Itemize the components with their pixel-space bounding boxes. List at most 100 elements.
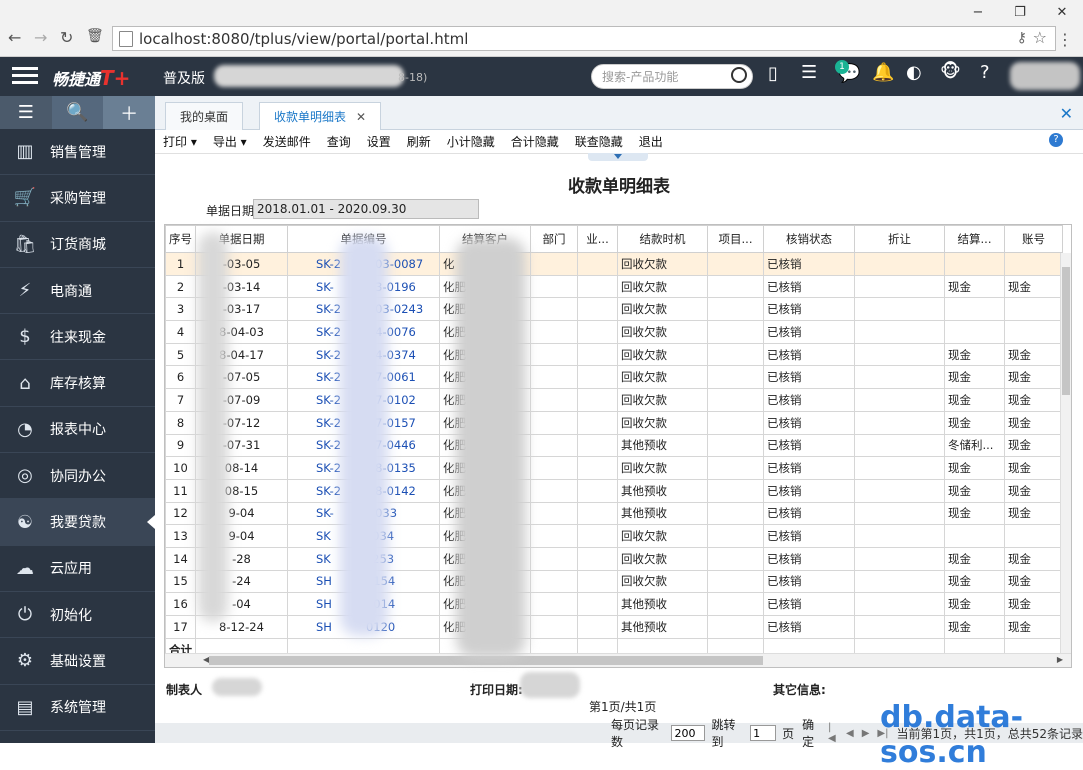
toolbar-item-4[interactable]: 设置 <box>367 133 391 150</box>
prev-page-icon[interactable]: ◀ <box>846 728 854 739</box>
table-row[interactable]: 5 8-04-17 SK-2 4-0374 化肥 回收欠款 已核销 现金 现金 <box>165 342 1063 367</box>
table-cell <box>530 569 578 594</box>
mobile-icon[interactable]: ▯ <box>768 63 778 84</box>
next-page-icon[interactable]: ▶ <box>862 728 870 739</box>
table-row[interactable]: 7 -07-09 SK-2 7-0102 化肥 回收欠款 已核销 现金 现金 <box>165 388 1063 412</box>
table-row[interactable]: 8 -07-12 SK-2 7-0157 化肥 回收欠款 已核销 现金 现金 <box>165 410 1063 435</box>
column-header[interactable]: 项目... <box>707 225 764 253</box>
user-avatar-redacted[interactable] <box>1010 62 1080 90</box>
close-window-button[interactable]: ✕ <box>1041 0 1083 24</box>
table-row[interactable]: 9 -07-31 SK-2 7-0446 化肥 其他预收 已核销 冬储利... 现金 <box>165 433 1063 458</box>
table-cell: 回收欠款 <box>617 546 708 571</box>
close-tab-icon[interactable]: ✕ <box>356 110 366 124</box>
service-icon[interactable]: ◐ <box>906 62 922 83</box>
horizontal-scrollbar[interactable]: ◀ ▶ <box>165 653 1071 667</box>
sidebar-item-11[interactable]: ⚙ 基础设置 <box>0 638 155 685</box>
tasklist-icon[interactable]: ☰ <box>801 62 817 83</box>
help-icon[interactable]: ? <box>1049 133 1063 147</box>
forward-icon[interactable]: → <box>34 28 47 47</box>
bell-icon[interactable]: 🔔 <box>872 62 894 83</box>
sidebar-item-2[interactable]: 🛍 订货商城 <box>0 222 155 268</box>
table-cell: 现金 <box>1004 274 1063 299</box>
sidebar-item-10[interactable]: ⏻ 初始化 <box>0 592 155 639</box>
column-header[interactable]: 结算... <box>944 225 1005 253</box>
table-cell: 12 <box>165 501 196 526</box>
toolbar-item-2[interactable]: 发送邮件 <box>263 133 311 150</box>
restore-button[interactable]: ❐ <box>999 0 1041 24</box>
toolbar-item-1[interactable]: 导出 ▾ <box>213 133 247 150</box>
table-cell <box>707 501 764 526</box>
column-header[interactable]: 结款时机 <box>617 225 708 253</box>
sidebar-item-1[interactable]: 🛒 采购管理 <box>0 175 155 222</box>
print-date-redacted <box>520 672 580 698</box>
toolbar-item-6[interactable]: 小计隐藏 <box>447 133 495 150</box>
confirm-button[interactable]: 确定 <box>802 716 824 750</box>
toolbar-item-5[interactable]: 刷新 <box>407 133 431 150</box>
toolbar-item-7[interactable]: 合计隐藏 <box>511 133 559 150</box>
address-bar[interactable]: localhost:8080/tplus/view/portal/portal.… <box>112 26 1056 51</box>
sidebar-item-label: 我要贷款 <box>50 515 106 532</box>
minimize-button[interactable]: − <box>957 0 999 24</box>
column-header[interactable]: 部门 <box>530 225 578 253</box>
table-row[interactable]: 16-04SH0014化肥吴秀其他预收已核销现金现金 <box>165 592 1063 616</box>
tab-receipt-detail[interactable]: 收款单明细表 ✕ <box>259 102 382 130</box>
table-row[interactable]: 2 -03-14 SK- 03-0196 化肥 回收欠款 已核销 现金 现金 <box>165 274 1063 299</box>
first-page-icon[interactable]: |◀ <box>828 722 838 744</box>
sidebar-item-5[interactable]: ⌂ 库存核算 <box>0 360 155 407</box>
url-text[interactable]: localhost:8080/tplus/view/portal/portal.… <box>139 30 468 48</box>
tab-my-desktop[interactable]: 我的桌面 <box>165 102 244 130</box>
sidebar-item-6[interactable]: ◔ 报表中心 <box>0 407 155 454</box>
cloud-icon: ☁ <box>16 557 34 579</box>
table-row[interactable]: 129-04SK-0033化肥吴秀其他预收已核销现金现金 <box>165 501 1063 526</box>
back-icon[interactable]: ← <box>8 28 21 47</box>
add-icon[interactable]: ＋ <box>103 96 156 129</box>
sidebar-item-3[interactable]: ⚡ 电商通 <box>0 268 155 315</box>
toolbar-item-0[interactable]: 打印 ▾ <box>163 133 197 150</box>
table-row[interactable]: 3 -03-17 SK-2 03-0243 化肥 回收欠款 已核销 <box>165 297 1063 322</box>
table-row[interactable]: 4 8-04-03 SK-2 4-0076 化肥 回收欠款 已核销 <box>165 320 1063 344</box>
browser-menu-icon[interactable]: ⋮ <box>1057 30 1073 49</box>
column-header[interactable]: 序号 <box>165 225 196 253</box>
table-row[interactable]: 1 -03-05 SK-2 03-0087 化回收欠款 已核销 <box>165 252 1063 276</box>
column-header[interactable]: 折让 <box>854 225 945 253</box>
bookmark-star-icon[interactable]: ☆ <box>1033 28 1047 47</box>
table-row[interactable]: 10 08-14 SK-2 8-0135 化肥 回收欠款 已核销 现金 现金 <box>165 456 1063 480</box>
sidebar-item-7[interactable]: ◎ 协同办公 <box>0 453 155 500</box>
vertical-scrollbar[interactable] <box>1060 253 1071 653</box>
main-menu-icon[interactable] <box>12 67 38 85</box>
monkey-mascot-icon[interactable]: 🐵 <box>940 61 961 82</box>
table-cell <box>530 524 578 548</box>
table-row[interactable]: 6 -07-05 SK-2 7-0061 化肥 回收欠款 已核销 现金 现金 <box>165 365 1063 390</box>
sidebar-item-0[interactable]: ▥ 销售管理 <box>0 129 155 176</box>
table-row[interactable]: 139-04SK0034化肥吴秀回收欠款已核销 <box>165 524 1063 548</box>
table-cell: 11 <box>165 478 196 503</box>
sidebar-item-12[interactable]: ▤ 系统管理 <box>0 685 155 731</box>
key-icon[interactable]: ⚷ <box>1017 30 1027 46</box>
toolbar-item-9[interactable]: 退出 <box>639 133 663 150</box>
trash-icon[interactable]: 🗑 <box>86 28 104 44</box>
column-header[interactable]: 业... <box>577 225 618 253</box>
reload-icon[interactable]: ↻ <box>60 28 73 47</box>
sidebar-item-4[interactable]: $ 往来现金 <box>0 314 155 361</box>
menu-list-icon[interactable]: ☰ <box>0 96 52 129</box>
search-icon[interactable] <box>731 67 747 83</box>
table-row[interactable]: 15-24SH0154化肥吴秀回收欠款已核销现金现金 <box>165 569 1063 594</box>
table-cell <box>530 456 578 480</box>
table-row[interactable]: 14-28SK0253化肥吴秀回收欠款已核销现金现金 <box>165 546 1063 571</box>
toolbar-item-3[interactable]: 查询 <box>327 133 351 150</box>
jump-page-input[interactable] <box>750 725 777 741</box>
sidebar-item-9[interactable]: ☁ 云应用 <box>0 546 155 592</box>
toolbar-item-8[interactable]: 联查隐藏 <box>575 133 623 150</box>
table-row[interactable]: 11 08-15 SK-2 8-0142 化肥 其他预收 已核销 现金 现金 <box>165 478 1063 503</box>
product-search-input[interactable]: 搜索-产品功能 <box>591 64 753 89</box>
column-header[interactable]: 账号 <box>1004 225 1063 253</box>
table-cell <box>577 433 618 458</box>
table-row[interactable]: 178-12-24SH0120化肥吴秀其他预收已核销现金现金 <box>165 615 1063 639</box>
sidebar-item-8[interactable]: ☯ 我要贷款 <box>0 499 155 546</box>
per-page-input[interactable] <box>671 725 706 741</box>
help-circle-icon[interactable]: ? <box>980 62 990 83</box>
column-header[interactable]: 核销状态 <box>763 225 855 253</box>
sidebar-search-icon[interactable]: 🔍 <box>51 96 104 129</box>
collapse-toggle[interactable] <box>588 153 648 161</box>
close-all-icon[interactable]: ✕ <box>1060 104 1073 123</box>
